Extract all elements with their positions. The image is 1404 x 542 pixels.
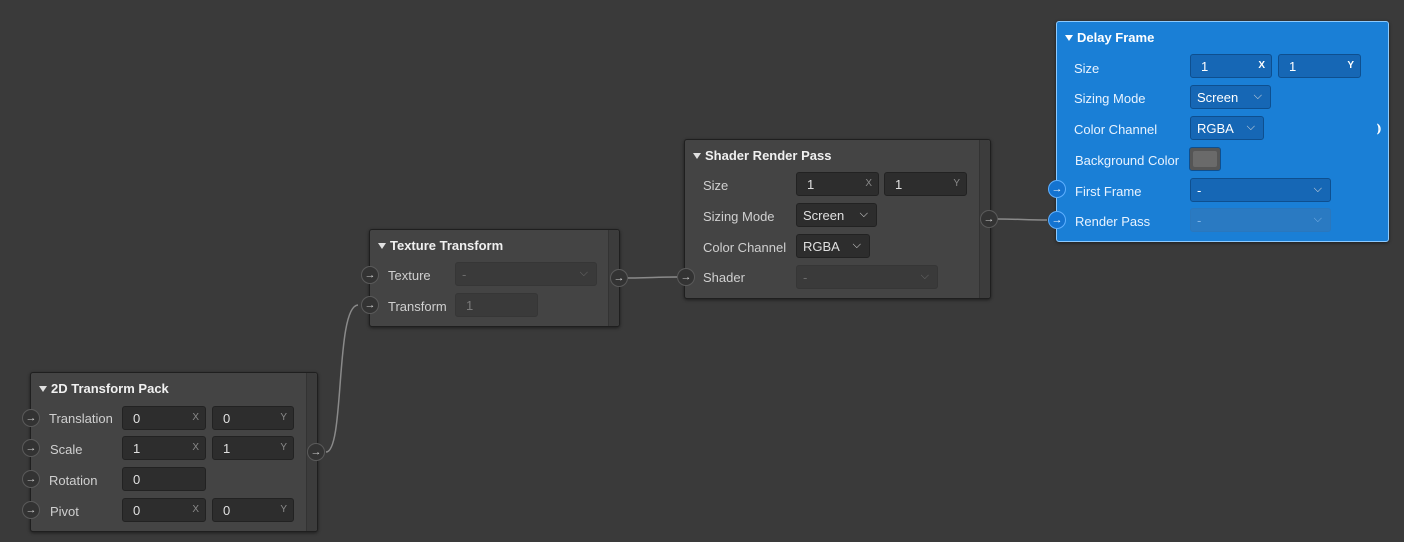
size-x-field[interactable]: 1X — [796, 172, 879, 196]
scale-x-field[interactable]: 1X — [122, 436, 206, 460]
scale-label: Scale — [50, 442, 83, 457]
transform-field[interactable]: 1 — [455, 293, 538, 317]
render-pass-label: Render Pass — [1075, 214, 1151, 229]
render-pass-select[interactable]: - ⌵ — [1190, 208, 1331, 232]
sizing-mode-select[interactable]: Screen ⌵ — [1190, 85, 1271, 109]
input-port-render-pass-arrow-icon[interactable]: → — [1048, 211, 1066, 229]
output-port-render-pass-arrow-icon[interactable]: → — [980, 210, 998, 228]
collapse-triangle-icon[interactable] — [693, 152, 701, 159]
transform-label: Transform — [388, 299, 447, 314]
broadcast-icon[interactable]: ⦆ — [1377, 121, 1381, 136]
pivot-label: Pivot — [50, 504, 79, 519]
node-shader-render-pass[interactable]: Shader Render Pass Size 1X 1Y Sizing Mod… — [684, 139, 991, 299]
size-y-field[interactable]: 1Y — [1278, 54, 1361, 78]
rotation-label: Rotation — [49, 473, 98, 488]
pivot-x-field[interactable]: 0X — [122, 498, 206, 522]
chevron-down-icon: ⌵ — [859, 208, 868, 220]
first-frame-select[interactable]: - ⌵ — [1190, 178, 1331, 202]
color-channel-select[interactable]: RGBA ⌵ — [796, 234, 870, 258]
node-title[interactable]: Shader Render Pass — [693, 148, 831, 163]
pivot-y-field[interactable]: 0Y — [212, 498, 294, 522]
input-port-scale-arrow-icon[interactable]: → — [22, 439, 40, 457]
sizing-mode-label: Sizing Mode — [703, 209, 775, 224]
collapse-triangle-icon[interactable] — [39, 385, 47, 392]
sizing-mode-label: Sizing Mode — [1074, 91, 1146, 106]
node-delay-frame[interactable]: Delay Frame Size 1X 1Y Sizing Mode Scree… — [1056, 21, 1389, 242]
chevron-down-icon: ⌵ — [920, 270, 929, 282]
size-label: Size — [703, 178, 729, 193]
chevron-down-icon: ⌵ — [1246, 121, 1255, 133]
background-color-label: Background Color — [1075, 153, 1180, 168]
shader-select[interactable]: - ⌵ — [796, 265, 938, 289]
node-2d-transform-pack[interactable]: 2D Transform Pack Translation 0X 0Y Scal… — [30, 372, 318, 532]
scale-y-field[interactable]: 1Y — [212, 436, 294, 460]
first-frame-label: First Frame — [1075, 184, 1142, 199]
node-title[interactable]: Texture Transform — [378, 238, 503, 253]
input-port-translation-arrow-icon[interactable]: → — [22, 409, 40, 427]
output-port-texture-arrow-icon[interactable]: → — [610, 269, 628, 287]
shader-label: Shader — [703, 270, 745, 285]
size-label: Size — [1074, 61, 1100, 76]
chevron-down-icon: ⌵ — [579, 267, 588, 279]
background-color-swatch[interactable] — [1189, 147, 1221, 171]
node-title[interactable]: Delay Frame — [1065, 30, 1154, 45]
color-channel-label: Color Channel — [703, 240, 787, 255]
size-y-field[interactable]: 1Y — [884, 172, 967, 196]
color-channel-label: Color Channel — [1074, 122, 1158, 137]
input-port-texture-arrow-icon[interactable]: → — [361, 266, 379, 284]
node-texture-transform[interactable]: Texture Transform Texture - ⌵ Transform 1 — [369, 229, 620, 327]
input-port-rotation-arrow-icon[interactable]: → — [22, 470, 40, 488]
input-port-pivot-arrow-icon[interactable]: → — [22, 501, 40, 519]
chevron-down-icon: ⌵ — [1313, 213, 1322, 225]
translation-y-field[interactable]: 0Y — [212, 406, 294, 430]
chevron-down-icon: ⌵ — [852, 239, 861, 251]
translation-label: Translation — [49, 411, 113, 426]
node-title[interactable]: 2D Transform Pack — [39, 381, 169, 396]
size-x-field[interactable]: 1X — [1190, 54, 1272, 78]
collapse-triangle-icon[interactable] — [1065, 34, 1073, 41]
input-port-first-frame-arrow-icon[interactable]: → — [1048, 180, 1066, 198]
sizing-mode-select[interactable]: Screen ⌵ — [796, 203, 877, 227]
translation-x-field[interactable]: 0X — [122, 406, 206, 430]
input-port-shader-arrow-icon[interactable]: → — [677, 268, 695, 286]
texture-label: Texture — [388, 268, 431, 283]
chevron-down-icon: ⌵ — [1313, 183, 1322, 195]
input-port-transform-arrow-icon[interactable]: → — [361, 296, 379, 314]
rotation-field[interactable]: 0 — [122, 467, 206, 491]
collapse-triangle-icon[interactable] — [378, 242, 386, 249]
color-channel-select[interactable]: RGBA ⌵ — [1190, 116, 1264, 140]
chevron-down-icon: ⌵ — [1253, 90, 1262, 102]
texture-select[interactable]: - ⌵ — [455, 262, 597, 286]
output-port-transform-arrow-icon[interactable]: → — [307, 443, 325, 461]
